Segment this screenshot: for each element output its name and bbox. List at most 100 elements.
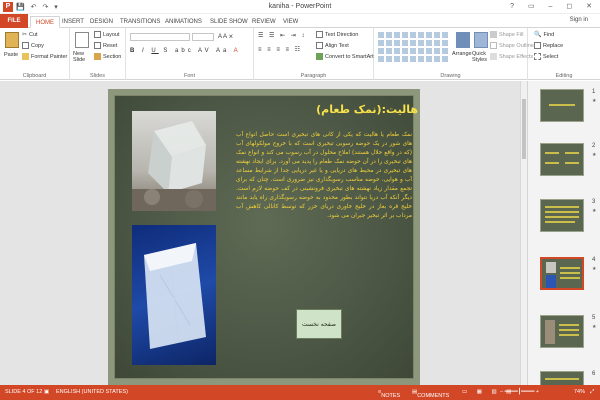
find-label: Find: [543, 31, 555, 38]
tab-animations[interactable]: ANIMATIONS: [165, 16, 202, 28]
zoom-level[interactable]: 74%: [574, 389, 585, 395]
replace-button[interactable]: Replace: [534, 42, 563, 49]
slide-thumbnail-3[interactable]: [540, 199, 584, 232]
new-slide-button[interactable]: New Slide: [73, 51, 95, 63]
copy-button[interactable]: Copy: [22, 42, 44, 49]
tab-transitions[interactable]: TRANSITIONS: [120, 16, 160, 28]
thumbnail-text: [559, 324, 579, 326]
group-clipboard: Paste ✂ Cut Copy Format Painter Clipboard: [0, 28, 70, 80]
cut-button[interactable]: ✂ Cut: [22, 31, 38, 38]
select-label: Select: [543, 53, 559, 60]
slide-thumbnail-5[interactable]: [540, 315, 584, 348]
tab-insert[interactable]: INSERT: [62, 16, 84, 28]
quick-styles-button[interactable]: Quick Styles: [472, 51, 490, 63]
reset-button[interactable]: Reset: [94, 42, 117, 49]
thumbnail-text: [545, 211, 579, 213]
font-style-buttons[interactable]: B I U S abc AV Aa A: [130, 48, 241, 54]
thumbnail-text: [565, 152, 579, 154]
layout-button[interactable]: Layout: [94, 31, 120, 38]
shape-effects-button[interactable]: Shape Effects: [490, 53, 533, 60]
thumbnail-text: [560, 277, 580, 279]
comments-label: COMMENTS: [417, 393, 450, 399]
font-name-combo[interactable]: [130, 33, 190, 41]
slide-title[interactable]: هالیت:(نمک طعام): [308, 103, 418, 116]
slide-thumbnail-2[interactable]: [540, 143, 584, 176]
halite-crystal-photo-top[interactable]: [132, 111, 216, 211]
align-text-button[interactable]: Align Text: [316, 42, 349, 49]
blue-halite-drawing: [144, 243, 206, 349]
list-buttons[interactable]: ☰ ☰ ⇤ ⇥ ↕: [258, 32, 306, 39]
reset-icon: [94, 42, 101, 49]
paste-button[interactable]: Paste: [4, 52, 18, 58]
zoom-slider[interactable]: – ━━━━┃━━━━ +: [500, 389, 539, 395]
slide-thumbnail-4[interactable]: [540, 257, 584, 290]
convert-smartart-label: Convert to SmartArt: [325, 53, 374, 60]
shapes-gallery[interactable]: [378, 32, 450, 62]
align-buttons[interactable]: ≡ ≡ ≡ ≡ ☷: [258, 46, 302, 53]
home-page-button[interactable]: صفحه نخست: [296, 309, 342, 339]
ribbon: Paste ✂ Cut Copy Format Painter Clipboard…: [0, 28, 600, 80]
group-slides: New Slide Layout Reset Section Slides: [70, 28, 126, 80]
sign-in-link[interactable]: Sign in: [570, 17, 588, 23]
align-text-label: Align Text: [325, 42, 349, 49]
thumbnail-text: [545, 216, 579, 218]
tab-slide-show[interactable]: SLIDE SHOW: [210, 16, 248, 28]
slide-thumbnail-1[interactable]: [540, 89, 584, 122]
spelling-icon[interactable]: ▣: [44, 389, 49, 395]
thumbnail-star-icon: ★: [592, 98, 597, 104]
find-button[interactable]: 🔍 Find: [534, 31, 554, 38]
group-editing: 🔍 Find Replace Select Editing: [528, 28, 600, 80]
grow-shrink-font-icons[interactable]: A A ⨯: [218, 33, 233, 40]
tab-review[interactable]: REVIEW: [252, 16, 276, 28]
shape-fill-button[interactable]: Shape Fill: [490, 31, 523, 38]
slide-editor-area: هالیت:(نمک طعام) نمک طعام یا هالیت که یک…: [0, 81, 527, 385]
section-icon: [94, 53, 101, 60]
current-slide[interactable]: هالیت:(نمک طعام) نمک طعام یا هالیت که یک…: [108, 89, 420, 385]
quick-styles-icon: [474, 32, 488, 48]
scissors-icon: ✂: [22, 32, 28, 38]
format-painter-button[interactable]: Format Painter: [22, 53, 67, 60]
smartart-icon: [316, 53, 323, 60]
slide-thumbnail-pane: 1 ★ 2 ★ 3 ★ 4 ★ 5 ★ 6: [527, 81, 600, 385]
arrange-button[interactable]: Arrange: [452, 51, 472, 57]
halite-crystal-photo-bottom[interactable]: [132, 225, 216, 365]
tab-home[interactable]: HOME: [30, 16, 60, 28]
section-button[interactable]: Section: [94, 53, 121, 60]
thumbnail-text: [560, 267, 580, 269]
window-controls[interactable]: ? ▭ – ◻ ✕: [510, 2, 598, 10]
text-direction-icon: [316, 31, 323, 38]
slide-thumbnail-6[interactable]: [540, 371, 584, 385]
tab-file[interactable]: FILE: [0, 14, 28, 28]
ribbon-tabs: FILE HOME INSERT DESIGN TRANSITIONS ANIM…: [0, 14, 600, 28]
shape-fill-icon: [490, 31, 497, 38]
cut-label: Cut: [29, 31, 38, 38]
select-button[interactable]: Select: [534, 53, 558, 60]
thumbnail-star-icon: ★: [592, 324, 597, 330]
thumbnail-text: [559, 329, 579, 331]
tab-view[interactable]: VIEW: [283, 16, 298, 28]
title-bar: P 💾 ↶ ↷ ▾ kaniha - PowerPoint ? ▭ – ◻ ✕: [0, 0, 600, 14]
editor-scrollbar-thumb[interactable]: [522, 99, 526, 159]
convert-smartart-button[interactable]: Convert to SmartArt: [316, 53, 374, 60]
slides-label: Slides: [90, 73, 105, 79]
fit-slide-icon[interactable]: ⤢: [590, 389, 594, 396]
thumbnail-image: [546, 262, 556, 273]
editor-scrollbar[interactable]: [520, 81, 527, 385]
thumbnail-text: [560, 272, 580, 274]
text-direction-button[interactable]: Text Direction: [316, 31, 358, 38]
slide-body-text[interactable]: نمک طعام یا هالیت که یکی از کانی های تبخ…: [236, 131, 412, 276]
comments-button[interactable]: ▤ COMMENTS: [412, 389, 449, 399]
notes-label: NOTES: [381, 393, 401, 399]
copy-icon: [22, 42, 29, 49]
thumbnail-text: [545, 221, 575, 223]
thumbnail-star-icon: ★: [592, 208, 597, 214]
thumbnail-text: [545, 378, 579, 380]
tab-design[interactable]: DESIGN: [90, 16, 113, 28]
thumbnail-number: 1: [592, 89, 596, 95]
language-status[interactable]: ENGLISH (UNITED STATES): [56, 389, 128, 395]
thumbnail-image: [545, 320, 555, 344]
font-size-combo[interactable]: [192, 33, 214, 41]
clipboard-label: Clipboard: [22, 73, 47, 79]
thumbnail-star-icon: ★: [592, 152, 597, 158]
notes-button[interactable]: ≡ NOTES: [378, 389, 400, 399]
